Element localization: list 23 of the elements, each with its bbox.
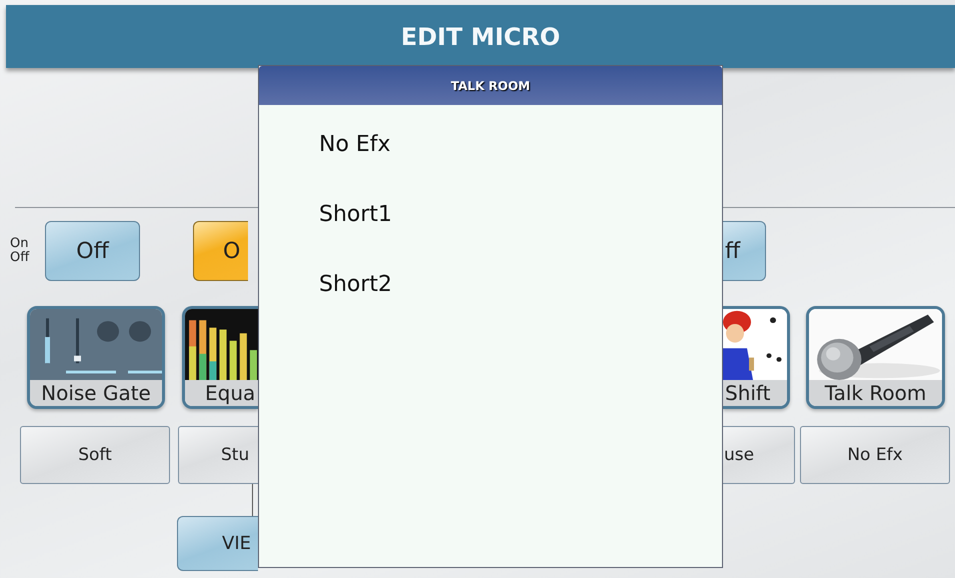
view-button[interactable]: VIE <box>177 516 258 571</box>
tile-label: Talk Room <box>809 380 942 406</box>
list-item[interactable]: Short1 <box>303 180 408 250</box>
off-label: Off <box>10 251 30 265</box>
tile-label: Shift <box>723 380 787 406</box>
toggle-button[interactable]: Off <box>45 221 140 281</box>
list-item[interactable]: No Efx <box>303 110 407 180</box>
tile-label: Equa <box>185 380 258 406</box>
preset-button[interactable]: Stu <box>178 426 258 484</box>
effect-tile[interactable]: Equa <box>182 306 258 409</box>
effect-tile[interactable]: Noise Gate <box>27 306 165 409</box>
on-label: On <box>10 237 28 251</box>
preset-button[interactable]: use <box>723 426 795 484</box>
preset-button[interactable]: Soft <box>20 426 170 484</box>
effect-tile[interactable]: Talk Room <box>806 306 945 409</box>
toggle-button[interactable]: O <box>193 221 248 281</box>
list-item[interactable]: Short2 <box>303 250 408 320</box>
effect-tile[interactable]: Shift <box>723 306 790 409</box>
dialog-title: TALK ROOM <box>450 78 530 92</box>
toggle-button[interactable]: ff <box>723 221 766 281</box>
preset-button[interactable]: No Efx <box>800 426 950 484</box>
screen-title: EDIT MICRO <box>400 22 560 50</box>
tile-label: Noise Gate <box>30 380 162 406</box>
